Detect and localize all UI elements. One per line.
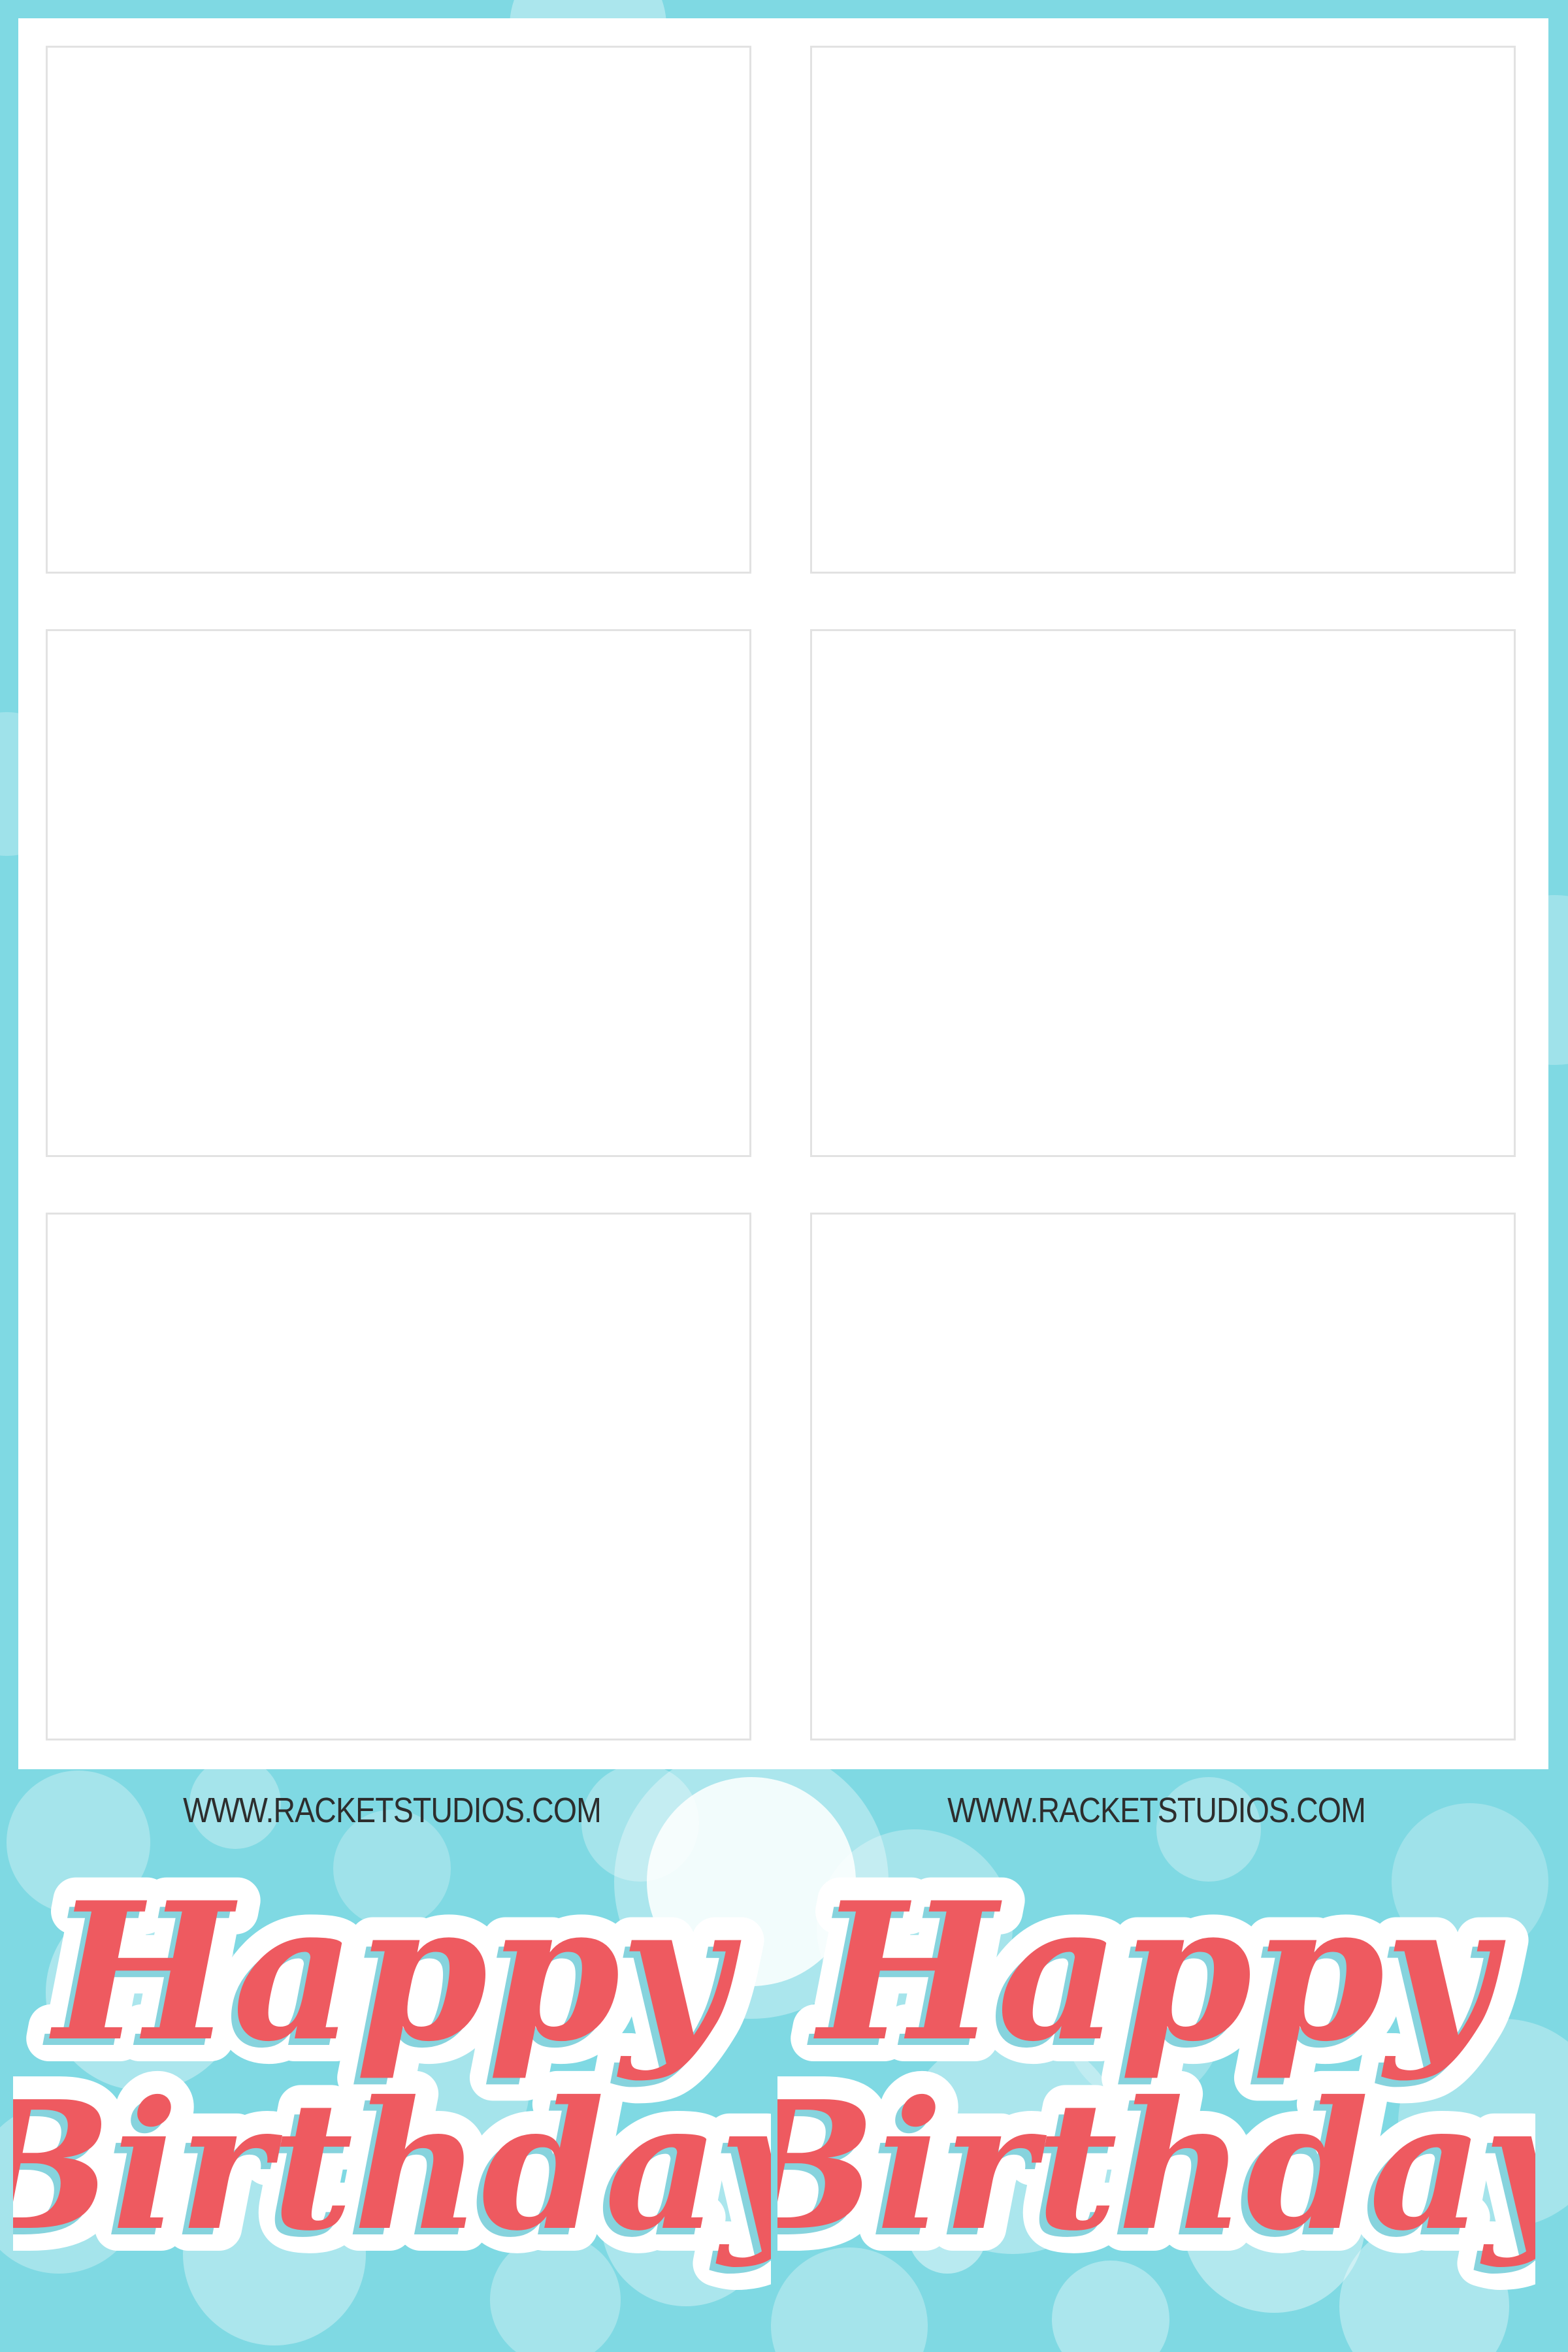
- greeting-line1: Happy: [812, 1862, 1506, 2083]
- photo-slot-3[interactable]: [46, 629, 751, 1157]
- photo-slot-5[interactable]: [46, 1213, 751, 1740]
- photo-slot-6[interactable]: [810, 1213, 1516, 1740]
- greeting-line1: Happy: [48, 1862, 742, 2083]
- footer-block-left: WWW.RACKETSTUDIOS.COM Happy Birthday Hap…: [13, 1790, 771, 2313]
- website-url: WWW.RACKETSTUDIOS.COM: [947, 1791, 1366, 1830]
- photo-strip-template: WWW.RACKETSTUDIOS.COM Happy Birthday Hap…: [0, 0, 1568, 2352]
- photo-slot-2[interactable]: [810, 46, 1516, 574]
- greeting-ink: Happy Birthday: [777, 1862, 1535, 2270]
- photo-slot-1[interactable]: [46, 46, 751, 574]
- greeting-line2: Birthday: [777, 2062, 1535, 2270]
- photo-slot-4[interactable]: [810, 629, 1516, 1157]
- greeting-ink: Happy Birthday: [13, 1862, 771, 2270]
- photo-panel: [18, 18, 1548, 1769]
- greeting-line2: Birthday: [13, 2062, 771, 2270]
- footer-block-right: WWW.RACKETSTUDIOS.COM Happy Birthday Hap…: [777, 1790, 1535, 2313]
- website-url: WWW.RACKETSTUDIOS.COM: [183, 1791, 602, 1830]
- happy-birthday-title: Happy Birthday Happy Birthday Happy Birt…: [13, 1862, 771, 2293]
- happy-birthday-title: Happy Birthday Happy Birthday Happy Birt…: [777, 1862, 1535, 2293]
